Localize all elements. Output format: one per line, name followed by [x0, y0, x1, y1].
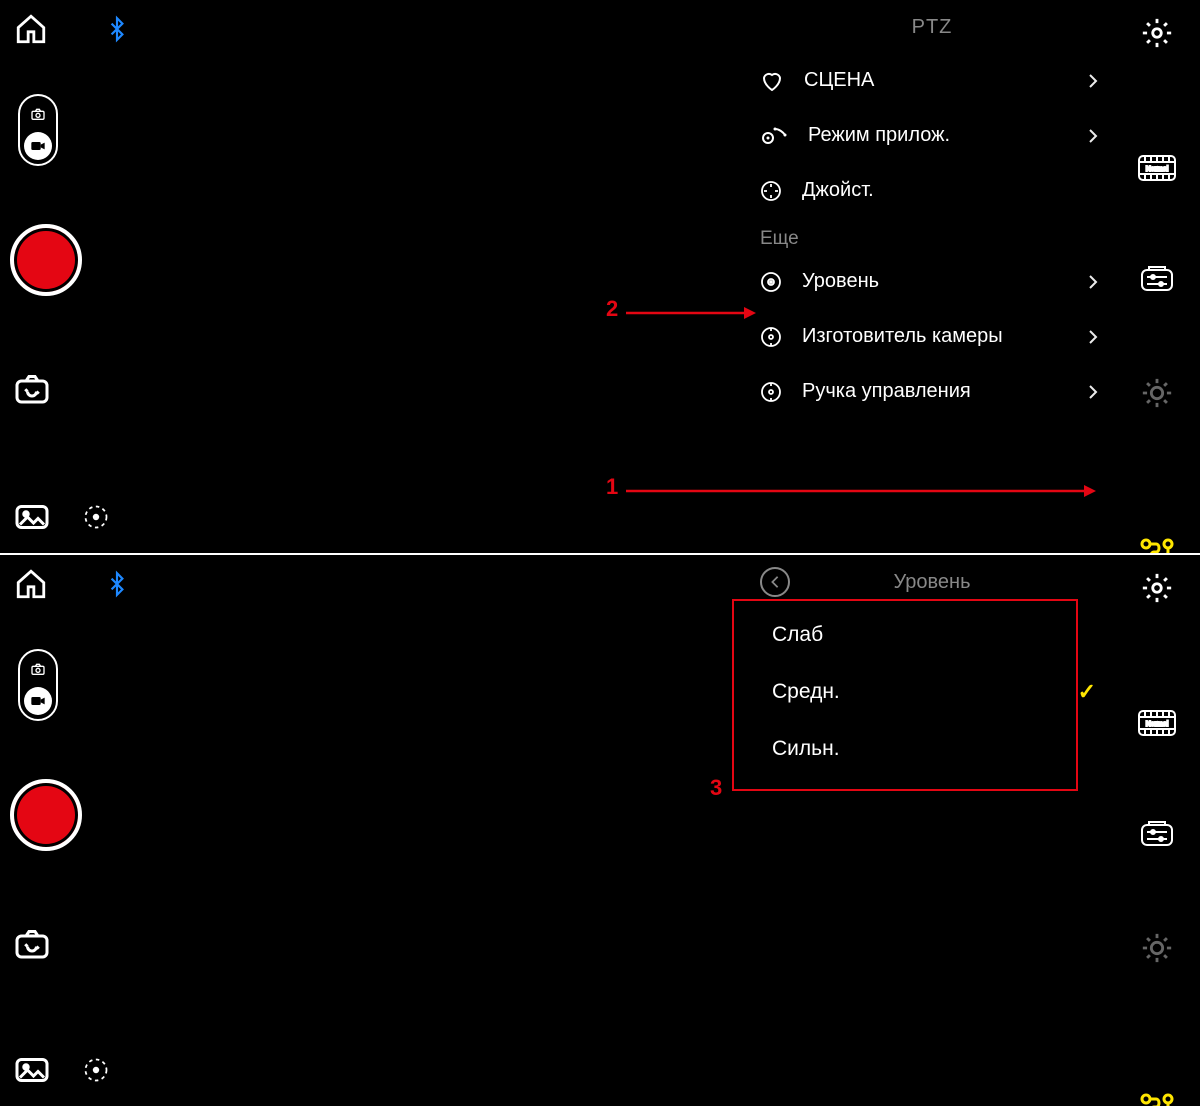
bottom-left-tools — [14, 503, 110, 531]
menu-item-camera-maker[interactable]: Изготовитель камеры — [754, 309, 1110, 364]
mode-normal-icon[interactable]: Normal — [1137, 709, 1177, 737]
back-button[interactable] — [760, 567, 790, 597]
connection-icon[interactable] — [1138, 538, 1176, 553]
menu-label: Режим прилож. — [808, 124, 1068, 147]
maker-icon — [760, 326, 782, 348]
gallery-icon[interactable] — [14, 503, 50, 531]
menu-label: СЦЕНА — [804, 69, 1068, 92]
screenshot-top: PTZ СЦЕНА Режим прилож. — [0, 0, 1200, 553]
menu-label: Уровень — [802, 270, 1068, 293]
target-icon[interactable] — [82, 1056, 110, 1084]
target-icon[interactable] — [82, 503, 110, 531]
chevron-right-icon — [1088, 274, 1098, 290]
panel-title: PTZ — [754, 8, 1110, 53]
marker-3-box — [732, 599, 1078, 791]
home-icon[interactable] — [14, 567, 48, 601]
menu-item-scene[interactable]: СЦЕНА — [754, 53, 1110, 108]
brightness-icon[interactable] — [1140, 376, 1174, 410]
menu-item-level[interactable]: Уровень — [754, 254, 1110, 309]
menu-label: Изготовитель камеры — [802, 325, 1068, 348]
bluetooth-icon[interactable] — [104, 568, 130, 600]
chevron-right-icon — [1088, 128, 1098, 144]
record-button[interactable] — [10, 779, 82, 851]
chevron-right-icon — [1088, 73, 1098, 89]
topbar — [14, 12, 130, 46]
submenu-title: Уровень — [804, 571, 1060, 594]
screenshot-bottom: Уровень Слаб Средн. ✓ Сильн. Normal — [0, 553, 1200, 1106]
menu-item-appmode[interactable]: Режим прилож. — [754, 108, 1110, 163]
photo-video-toggle[interactable] — [18, 649, 58, 721]
check-icon: ✓ — [1078, 679, 1096, 705]
left-controls — [0, 555, 200, 1106]
settings-sliders-icon[interactable] — [1139, 819, 1175, 849]
settings-panel: PTZ СЦЕНА Режим прилож. — [754, 8, 1110, 419]
chevron-right-icon — [1088, 329, 1098, 345]
right-rail: Normal — [1114, 0, 1200, 553]
left-controls — [0, 0, 200, 553]
record-button[interactable] — [10, 224, 82, 296]
joystick-icon — [760, 180, 782, 202]
marker-3: 3 — [710, 775, 722, 801]
right-rail: Normal — [1114, 555, 1200, 1106]
gallery-icon[interactable] — [14, 1056, 50, 1084]
brightness-icon[interactable] — [1140, 931, 1174, 965]
appmode-icon — [760, 126, 788, 146]
menu-item-joystick[interactable]: Джойст. — [754, 163, 1110, 218]
marker-2-arrow — [626, 305, 756, 321]
mode-normal-icon[interactable]: Normal — [1137, 154, 1177, 182]
gear-icon[interactable] — [1140, 16, 1174, 50]
bottom-left-tools — [14, 1056, 110, 1084]
svg-text:Normal: Normal — [1146, 166, 1169, 173]
connection-icon[interactable] — [1138, 1093, 1176, 1106]
svg-text:Normal: Normal — [1146, 721, 1169, 728]
level-icon — [760, 271, 782, 293]
gear-icon[interactable] — [1140, 571, 1174, 605]
bluetooth-icon[interactable] — [104, 13, 130, 45]
camera-switch-icon[interactable] — [14, 929, 50, 961]
chevron-right-icon — [1088, 384, 1098, 400]
menu-label: Ручка управления — [802, 380, 1068, 403]
heart-icon — [760, 70, 784, 92]
home-icon[interactable] — [14, 12, 48, 46]
marker-2: 2 — [606, 296, 618, 322]
settings-sliders-icon[interactable] — [1139, 264, 1175, 294]
marker-1-arrow — [626, 483, 1096, 499]
photo-video-toggle[interactable] — [18, 94, 58, 166]
camera-switch-icon[interactable] — [14, 374, 50, 406]
handle-icon — [760, 381, 782, 403]
topbar — [14, 567, 130, 601]
menu-item-control-handle[interactable]: Ручка управления — [754, 364, 1110, 419]
menu-label: Джойст. — [802, 179, 1098, 202]
marker-1: 1 — [606, 474, 618, 500]
section-more: Еще — [754, 218, 1110, 254]
